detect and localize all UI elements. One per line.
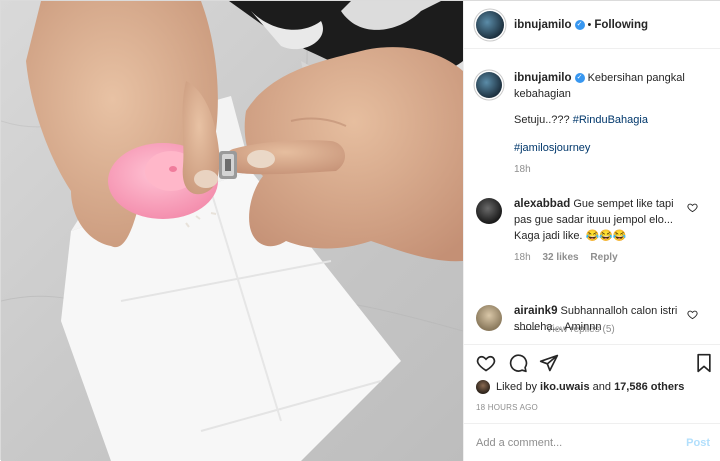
caption-avatar[interactable] — [476, 72, 502, 98]
paper-plane-icon[interactable] — [539, 353, 559, 373]
caption-meta: 18h — [514, 162, 710, 178]
heart-icon[interactable] — [476, 353, 496, 373]
post-comment-button[interactable]: Post — [686, 437, 710, 449]
likes-middle: and — [592, 381, 611, 393]
post-side-panel: ibnujamilo ✓ • Following ibnujamilo ✓ Keb… — [463, 1, 720, 461]
verified-badge-icon: ✓ — [574, 73, 585, 84]
commenter-avatar[interactable] — [476, 198, 502, 224]
liker-avatar[interactable] — [476, 380, 490, 394]
separator-dot: • — [587, 18, 592, 31]
action-bar — [464, 344, 720, 380]
caption: ibnujamilo ✓ Kebersihan pangkal kebahagia… — [476, 70, 710, 178]
instagram-post-window: ibnujamilo ✓ • Following ibnujamilo ✓ Keb… — [0, 0, 720, 461]
comment-meta: 18h 32 likes Reply — [514, 250, 692, 266]
comments-list[interactable]: ibnujamilo ✓ Kebersihan pangkal kebahagia… — [464, 50, 720, 343]
post-timestamp[interactable]: 18 HOURS AGO — [476, 403, 538, 412]
reply-button[interactable]: Reply — [590, 252, 617, 263]
caption-username[interactable]: ibnujamilo — [514, 72, 572, 84]
commenter-avatar[interactable] — [476, 305, 502, 331]
add-comment-bar: Post — [464, 423, 720, 461]
commenter-username[interactable]: alexabbad — [514, 198, 570, 210]
post-photo[interactable] — [1, 1, 463, 461]
hashtag-link[interactable]: #RinduBahagia — [573, 114, 648, 126]
bookmark-icon[interactable] — [694, 353, 714, 373]
comment-like-heart-icon[interactable] — [687, 202, 698, 213]
comment-item: alexabbad Gue sempet like tapi pas gue s… — [476, 196, 710, 266]
likes-prefix: Liked by — [496, 381, 537, 393]
verified-badge-icon: ✓ — [574, 19, 585, 30]
likes-count[interactable]: 17,586 others — [614, 381, 684, 393]
following-button[interactable]: Following — [594, 19, 648, 31]
comment-body: airaink9 Subhannalloh calon istri sholeh… — [514, 303, 710, 335]
post-header: ibnujamilo ✓ • Following — [464, 1, 720, 49]
caption-body: ibnujamilo ✓ Kebersihan pangkal kebahagia… — [514, 70, 710, 178]
commenter-username[interactable]: airaink9 — [514, 305, 557, 317]
photo-illustration — [1, 1, 463, 461]
comment-likes[interactable]: 32 likes — [542, 252, 578, 263]
caption-line-3: #jamilosjourney — [514, 140, 710, 156]
liker-username[interactable]: iko.uwais — [540, 381, 590, 393]
author-username[interactable]: ibnujamilo — [514, 19, 572, 31]
caption-line-2: Setuju..??? #RinduBahagia — [514, 112, 710, 128]
comment-age[interactable]: 18h — [514, 252, 531, 263]
author-avatar[interactable] — [476, 10, 504, 39]
likes-summary: Liked by iko.uwais and 17,586 others — [476, 380, 716, 394]
comment-item: airaink9 Subhannalloh calon istri sholeh… — [476, 303, 710, 335]
hashtag-link[interactable]: #jamilosjourney — [514, 142, 590, 154]
comment-body: alexabbad Gue sempet like tapi pas gue s… — [514, 196, 710, 266]
comment-icon[interactable] — [508, 353, 528, 373]
caption-age[interactable]: 18h — [514, 164, 531, 175]
comment-input[interactable] — [476, 436, 687, 449]
caption-question: Setuju..??? — [514, 114, 573, 126]
header-text: ibnujamilo ✓ • Following — [514, 19, 648, 31]
comment-like-heart-icon[interactable] — [687, 309, 698, 320]
